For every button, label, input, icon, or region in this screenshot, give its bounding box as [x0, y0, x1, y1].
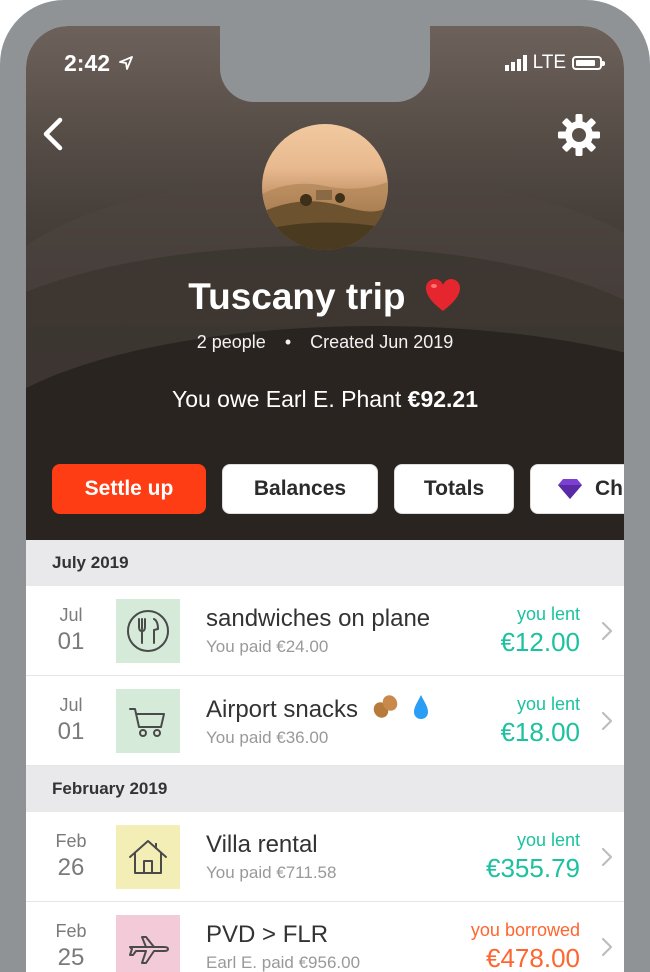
device-notch: [220, 26, 430, 102]
chevron-right-icon: [601, 711, 613, 731]
signal-icon: [504, 55, 527, 71]
group-title: Tuscany trip: [26, 276, 624, 318]
expense-status: you lent: [516, 693, 580, 714]
totals-label: Totals: [423, 477, 485, 500]
battery-icon: [572, 56, 605, 70]
expense-status: you borrowed: [470, 919, 580, 940]
expense-info: PVD > FLR Earl E. paid €956.00: [206, 921, 471, 972]
category-tile: [116, 688, 180, 753]
expense-value: €478.00: [486, 942, 580, 972]
balance-summary: You owe Earl E. Phant €92.21: [26, 386, 624, 413]
location-arrow-icon: [119, 56, 134, 70]
expense-month: Feb: [55, 921, 87, 941]
expense-row[interactable]: Jul 01 Airport snacks You paid €36.00 yo…: [26, 676, 624, 766]
category-tile: [116, 914, 180, 972]
expense-amount: you lent €355.79: [486, 830, 580, 884]
settle-up-button[interactable]: Settle up: [52, 464, 206, 514]
expense-info: Villa rental You paid €711.58: [206, 831, 486, 883]
group-avatar[interactable]: [262, 124, 388, 250]
expense-payer: You paid €36.00: [206, 728, 329, 747]
expense-day: 01: [57, 718, 85, 745]
expense-day: 01: [57, 628, 85, 655]
expense-amount: you lent €18.00: [500, 694, 580, 748]
expense-amount: you borrowed €478.00: [471, 920, 580, 972]
expense-payer: You paid €24.00: [206, 636, 329, 656]
expense-month: Feb: [55, 831, 87, 851]
status-time: 2:42: [64, 50, 134, 77]
expense-info: Airport snacks You paid €36.00: [206, 693, 500, 748]
cart-icon: [129, 707, 165, 737]
expense-payer: Earl E. paid €956.00: [206, 952, 361, 972]
chevron-right-icon: [601, 621, 613, 641]
expense-value: €12.00: [500, 626, 580, 657]
chevron-right-icon: [601, 937, 613, 957]
peanut-icon: [373, 695, 397, 718]
expense-date: Jul 01: [26, 605, 116, 656]
people-count: 2 people: [196, 332, 266, 352]
expense-value: €18.00: [500, 716, 580, 747]
droplet-icon: [414, 695, 429, 719]
totals-button[interactable]: Totals: [394, 464, 514, 514]
balances-button[interactable]: Balances: [222, 464, 378, 514]
expense-payer: You paid €711.58: [206, 862, 337, 882]
expense-info: sandwiches on plane You paid €24.00: [206, 605, 500, 657]
expense-amount: you lent €12.00: [500, 604, 580, 658]
category-tile: [116, 598, 180, 663]
expense-status: you lent: [516, 603, 580, 624]
group-meta: 2 people • Created Jun 2019: [26, 332, 624, 353]
chevron-right-icon: [601, 847, 613, 867]
airplane-icon: [129, 935, 169, 964]
fork-knife-icon: [127, 609, 169, 652]
expense-title: PVD > FLR: [206, 920, 329, 948]
status-time-text: 2:42: [64, 50, 111, 76]
back-button[interactable]: [36, 112, 76, 156]
app-screen: 2:42 LTE Tuscany trip 2 people • Created…: [26, 26, 624, 972]
expense-month: Jul: [59, 605, 83, 625]
balances-label: Balances: [253, 477, 347, 500]
expense-day: 26: [57, 854, 85, 881]
expense-day: 25: [57, 944, 85, 971]
meta-separator: •: [284, 332, 292, 352]
expense-date: Feb 25: [26, 921, 116, 972]
expense-row[interactable]: Feb 26 Villa rental You paid €711.58 you…: [26, 812, 624, 902]
diamond-icon: [558, 479, 582, 499]
group-name: Tuscany trip: [188, 276, 406, 317]
charts-button[interactable]: Ch: [530, 464, 624, 514]
expense-row[interactable]: Feb 25 PVD > FLR Earl E. paid €956.00 yo…: [26, 902, 624, 972]
expense-title-wrap: Airport snacks: [206, 693, 500, 724]
status-indicators: LTE: [504, 52, 605, 74]
section-label: February 2019: [52, 779, 168, 798]
chevron-left-icon: [43, 117, 63, 151]
section-header: February 2019: [26, 766, 624, 812]
expense-title: sandwiches on plane: [206, 604, 431, 632]
expense-row[interactable]: Jul 01 sandwiches on plane You paid €24.…: [26, 586, 624, 676]
group-header: 2:42 LTE Tuscany trip 2 people • Created…: [26, 26, 624, 540]
expense-title: Villa rental: [206, 830, 318, 858]
landscape-photo: [262, 182, 388, 250]
expense-month: Jul: [59, 695, 83, 715]
expense-status: you lent: [516, 829, 580, 850]
gear-icon: [558, 114, 600, 156]
settings-button[interactable]: [556, 112, 602, 158]
expense-date: Feb 26: [26, 831, 116, 882]
action-bar: Settle up Balances Totals Ch: [52, 464, 624, 514]
expense-title: Airport snacks: [206, 696, 359, 723]
created-date: Created Jun 2019: [310, 332, 454, 352]
owe-text: You owe Earl E. Phant: [171, 386, 402, 412]
house-icon: [129, 839, 167, 874]
section-header: July 2019: [26, 540, 624, 586]
charts-label: Ch: [595, 477, 623, 500]
expense-value: €355.79: [486, 852, 580, 883]
owe-amount: €92.21: [407, 386, 479, 412]
expense-list: July 2019 Jul 01 sandwiches on plane You…: [26, 540, 624, 972]
network-label: LTE: [532, 52, 566, 73]
category-tile: [116, 824, 180, 889]
heart-icon: [425, 279, 460, 311]
expense-date: Jul 01: [26, 695, 116, 746]
section-label: July 2019: [52, 553, 129, 572]
settle-up-label: Settle up: [84, 477, 174, 500]
